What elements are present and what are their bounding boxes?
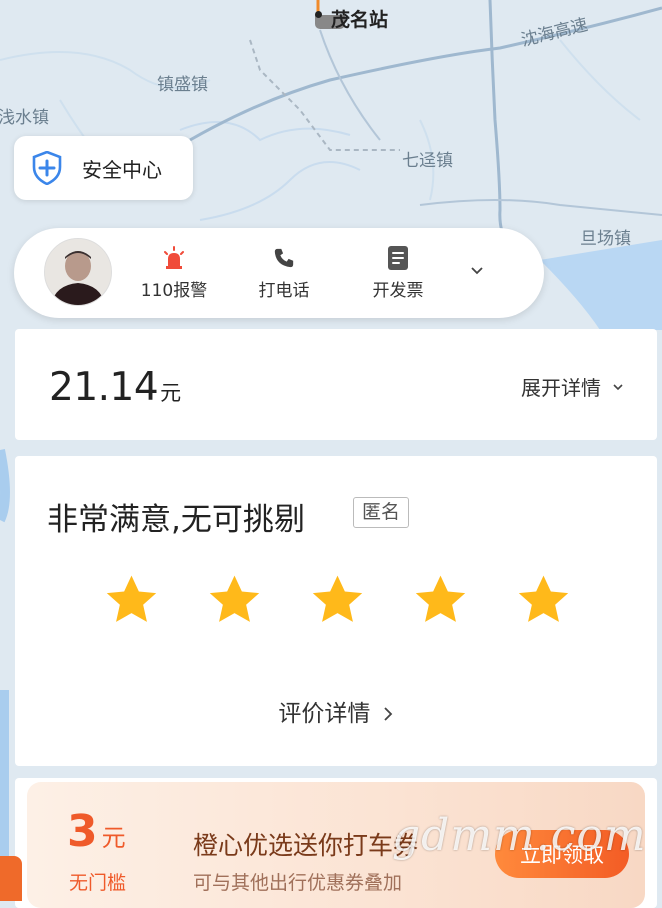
star-icon[interactable] <box>309 572 366 629</box>
rating-detail-link[interactable]: 评价详情 <box>15 694 657 728</box>
alarm-110-label: 110报警 <box>140 281 208 301</box>
watermark: gdmm.com <box>392 810 647 861</box>
map-label-qijing: 七迳镇 <box>402 151 453 171</box>
driver-action-bar: 110报警 打电话 开发票 <box>14 228 544 318</box>
phone-icon <box>274 248 294 268</box>
star-icon[interactable] <box>206 572 263 629</box>
rating-title: 非常满意,无可挑剔 <box>47 502 305 538</box>
safety-center-label: 安全中心 <box>82 157 162 182</box>
station-label: 茂名站 <box>331 9 389 31</box>
fare-card: 21.14元 展开详情 <box>15 329 657 440</box>
map-label-zhensheng: 镇盛镇 <box>157 75 208 95</box>
invoice-button[interactable]: 开发票 <box>366 244 430 301</box>
fare-number: 21.14 <box>49 365 159 410</box>
rating-stars <box>103 572 572 629</box>
coupon-amount: 3元 <box>67 806 126 857</box>
star-icon[interactable] <box>515 572 572 629</box>
coupon-amount-unit: 元 <box>101 824 126 852</box>
coupon-threshold: 无门槛 <box>69 872 127 894</box>
floating-side-tab[interactable] <box>0 856 22 901</box>
invoice-label: 开发票 <box>372 281 424 301</box>
call-driver-label: 打电话 <box>258 281 310 301</box>
star-icon[interactable] <box>412 572 469 629</box>
alarm-light-icon <box>164 246 184 269</box>
safety-center-button[interactable]: 安全中心 <box>14 136 193 200</box>
avatar-photo <box>45 239 111 305</box>
map-label-qianshui: 浅水镇 <box>0 108 49 128</box>
rating-card: 非常满意,无可挑剔 匿名 评价详情 <box>15 456 657 766</box>
fare-unit: 元 <box>160 381 182 405</box>
chevron-down-icon[interactable] <box>468 262 486 280</box>
call-driver-button[interactable]: 打电话 <box>252 244 316 301</box>
expand-fare-detail-label: 展开详情 <box>521 376 601 400</box>
expand-fare-detail-button[interactable]: 展开详情 <box>521 372 625 401</box>
chevron-down-icon <box>613 383 623 390</box>
star-icon[interactable] <box>103 572 160 629</box>
anonymous-tag[interactable]: 匿名 <box>353 497 410 528</box>
chevron-right-icon <box>384 707 392 721</box>
invoice-icon <box>388 246 408 270</box>
map-label-danchang: 旦场镇 <box>580 229 631 249</box>
station-dot <box>315 11 322 18</box>
coupon-amount-number: 3 <box>67 806 98 857</box>
driver-avatar[interactable] <box>44 238 112 306</box>
shield-plus-icon <box>32 151 62 185</box>
fare-amount: 21.14元 <box>49 365 181 410</box>
rating-detail-label: 评价详情 <box>278 701 371 727</box>
alarm-110-button[interactable]: 110报警 <box>134 244 214 301</box>
coupon-description: 可与其他出行优惠券叠加 <box>193 872 403 894</box>
coupon-title: 橙心优选送你打车券 <box>193 831 419 860</box>
